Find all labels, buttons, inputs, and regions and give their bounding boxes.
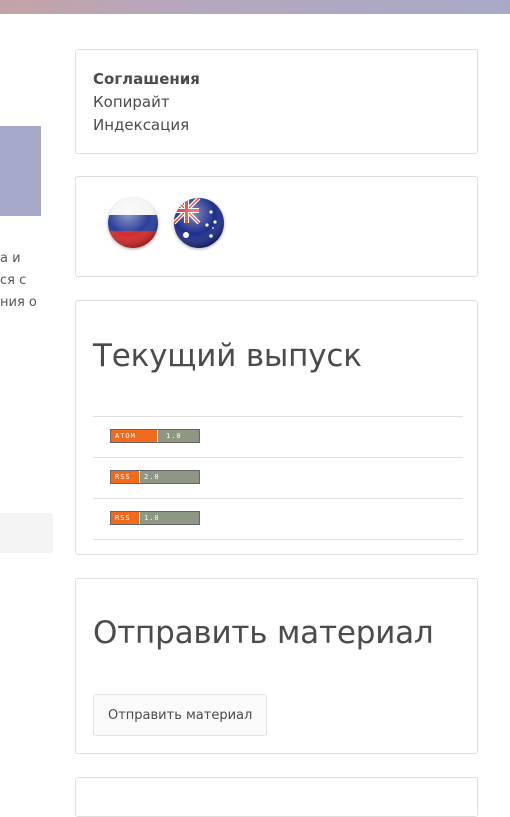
feed-version: 2.0 bbox=[140, 471, 199, 483]
left-column-bar bbox=[0, 513, 53, 553]
feed-row-rss1: RSS 1.0 bbox=[93, 499, 463, 540]
rss1-feed-link[interactable]: RSS 1.0 bbox=[110, 511, 200, 525]
feed-version: 1.0 bbox=[158, 430, 199, 442]
next-panel bbox=[75, 777, 478, 817]
submit-material-button[interactable]: Отправить материал bbox=[93, 694, 268, 736]
feed-row-atom: ATOM 1.0 bbox=[93, 417, 463, 458]
agreements-title: Соглашения bbox=[93, 70, 200, 88]
feed-version: 1.0 bbox=[140, 512, 199, 524]
left-text-line: а и bbox=[0, 251, 21, 266]
header-gradient-bar bbox=[0, 0, 510, 14]
feed-row-rss2: RSS 2.0 bbox=[93, 458, 463, 499]
indexing-link[interactable]: Индексация bbox=[93, 114, 477, 137]
feed-key: ATOM bbox=[111, 430, 158, 442]
feed-list: ATOM 1.0 RSS 2.0 RSS 1.0 bbox=[93, 416, 463, 540]
rss2-feed-link[interactable]: RSS 2.0 bbox=[110, 470, 200, 484]
submit-title: Отправить материал bbox=[93, 615, 434, 651]
agreements-panel: Соглашения Копирайт Индексация bbox=[75, 49, 478, 154]
feed-key: RSS bbox=[111, 512, 140, 524]
language-panel bbox=[75, 176, 478, 277]
russia-flag-icon[interactable] bbox=[108, 198, 158, 248]
atom-feed-link[interactable]: ATOM 1.0 bbox=[110, 429, 200, 443]
left-text-line: ся с bbox=[0, 273, 27, 288]
feed-key: RSS bbox=[111, 471, 140, 483]
copyright-link[interactable]: Копирайт bbox=[93, 91, 477, 114]
current-issue-panel: Текущий выпуск ATOM 1.0 RSS 2.0 RSS 1.0 bbox=[75, 300, 478, 555]
left-text-line: ния о bbox=[0, 295, 37, 310]
left-column-image bbox=[0, 126, 41, 216]
left-column-text: а и ся с ния о bbox=[0, 248, 40, 314]
submit-panel: Отправить материал Отправить материал bbox=[75, 578, 478, 754]
australia-flag-icon[interactable] bbox=[174, 198, 224, 248]
current-issue-title: Текущий выпуск bbox=[93, 338, 362, 374]
